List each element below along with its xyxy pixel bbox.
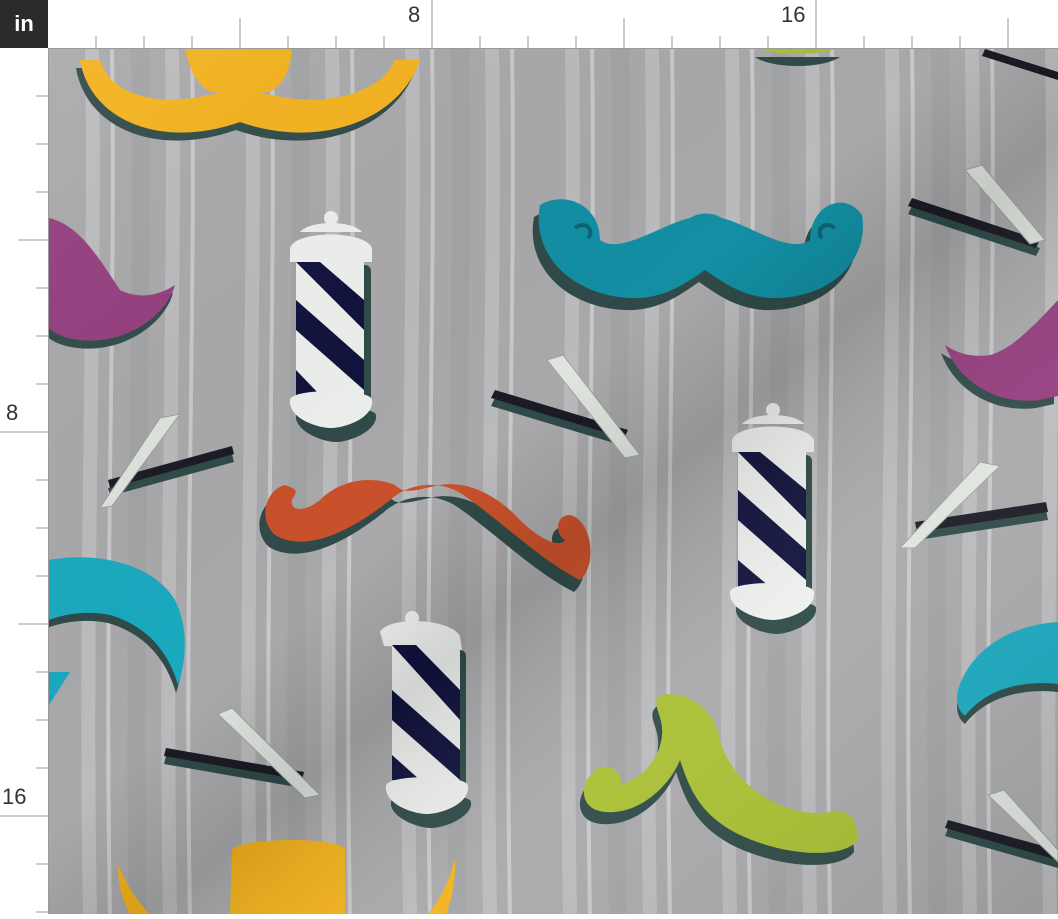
top-ruler-label-16: 16 — [781, 2, 806, 27]
fabric-fold-shading — [49, 49, 1058, 914]
top-ruler-ticks — [95, 0, 1009, 48]
left-ruler: 8 16 — [0, 48, 49, 914]
unit-indicator[interactable]: in — [0, 0, 48, 48]
left-ruler-label-16: 16 — [2, 784, 27, 809]
fabric-pattern — [49, 49, 1058, 914]
fabric-preview[interactable] — [49, 49, 1058, 914]
top-ruler: 8 16 — [48, 0, 1058, 49]
top-ruler-label-8: 8 — [408, 2, 421, 27]
left-ruler-label-8: 8 — [6, 400, 19, 425]
